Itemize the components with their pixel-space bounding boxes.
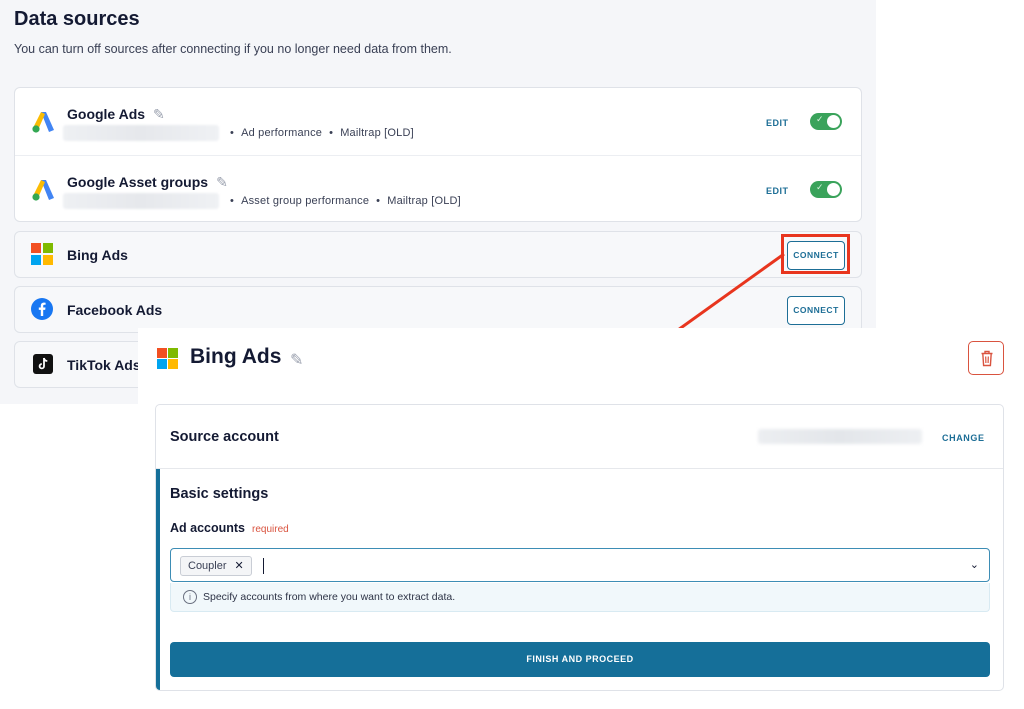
close-icon[interactable]: ✕ xyxy=(235,560,244,572)
hint-text: Specify accounts from where you want to … xyxy=(203,591,456,603)
delete-button[interactable] xyxy=(968,341,1004,375)
ad-accounts-select[interactable]: Coupler ✕ ⌄ xyxy=(170,548,990,582)
pencil-icon[interactable]: ✎ xyxy=(290,350,303,370)
detail-title: Bing Ads xyxy=(190,345,282,368)
trash-icon xyxy=(981,350,993,367)
info-icon: i xyxy=(183,590,197,604)
microsoft-icon xyxy=(157,348,178,369)
text-cursor xyxy=(263,558,264,574)
required-tag: required xyxy=(252,524,289,535)
ad-accounts-label: Ad accounts required xyxy=(170,521,289,535)
blurred-email xyxy=(758,429,922,444)
settings-card: Source account CHANGE Basic settings Ad … xyxy=(155,404,1004,691)
chevron-down-icon[interactable]: ⌄ xyxy=(970,558,979,571)
selected-account-chip: Coupler ✕ xyxy=(180,556,252,576)
change-button[interactable]: CHANGE xyxy=(942,433,985,443)
source-account-label: Source account xyxy=(170,429,279,445)
hint-box: i Specify accounts from where you want t… xyxy=(170,583,990,612)
finish-and-proceed-button[interactable]: FINISH AND PROCEED xyxy=(170,642,990,677)
active-section-indicator xyxy=(156,469,160,690)
source-account-row: Source account CHANGE xyxy=(156,405,1003,469)
basic-settings-title: Basic settings xyxy=(170,486,269,502)
